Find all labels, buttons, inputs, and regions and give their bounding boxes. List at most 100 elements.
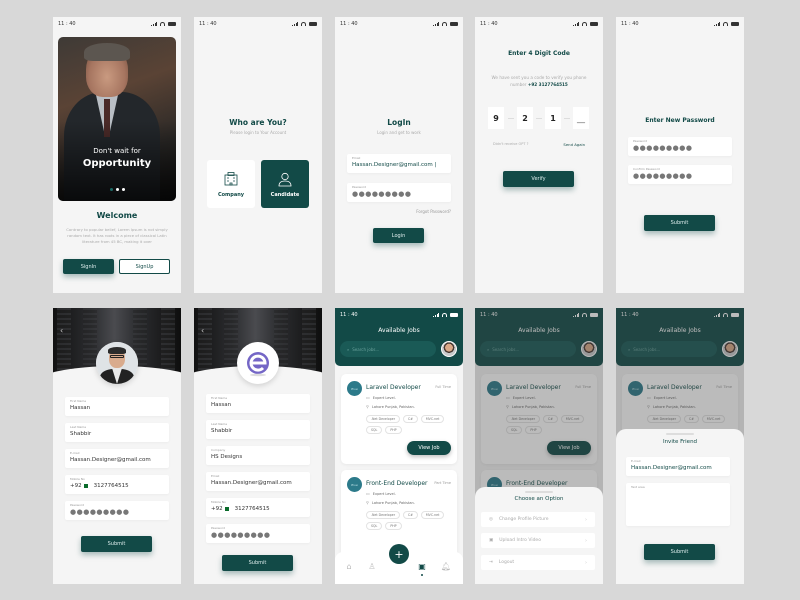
back-icon[interactable]: ‹ (60, 326, 63, 335)
job-card[interactable]: Blue Laravel Developer Full Time ▭ Expert… (341, 374, 457, 464)
invite-message-textarea[interactable]: Text area (626, 483, 730, 526)
video-icon: ▣ (489, 538, 494, 543)
option-change-profile-picture[interactable]: ◎ Change Profile Picture › (481, 512, 595, 527)
location-icon: ⚲ (366, 500, 369, 505)
company-field[interactable]: Company HS Designs (206, 446, 310, 465)
skill-tag: .Net Developer (366, 415, 401, 423)
welcome-screen: 11 : 40 Don't wait for Opportunity Welco… (53, 17, 181, 293)
verify-button[interactable]: Verify (503, 171, 574, 187)
confirm-password-field[interactable]: Confirm Password ●●●●●●●●● (628, 165, 732, 184)
otp-message: We have sent you a code to verify you ph… (491, 75, 587, 87)
back-icon[interactable]: ‹ (201, 326, 204, 335)
email-field[interactable]: E-mail Hassan.Designer@gmail.com (65, 449, 169, 468)
pager-dot[interactable] (115, 188, 119, 191)
skill-tag: PHP (385, 426, 402, 434)
password-value: ●●●●●●●●● (352, 190, 412, 198)
active-tab-indicator (421, 574, 423, 576)
sheet-handle[interactable] (666, 433, 694, 435)
mobile-field[interactable]: Mobile No +92 3127764515 (65, 475, 169, 494)
email-field[interactable]: Email Hassan.Designer@gmail.com | (347, 154, 451, 173)
chevron-right-icon: › (585, 516, 587, 523)
add-fab-button[interactable]: + (389, 544, 409, 564)
welcome-title: Welcome (96, 211, 138, 220)
company-profile-screen: ‹ First Name Hassan Last Name Shabbir Co… (194, 308, 322, 584)
first-name-field[interactable]: First Name Hassan (206, 394, 310, 413)
briefcase-icon[interactable]: ▣ (416, 560, 428, 572)
choose-option-sheet: Choose an Option ◎ Change Profile Picture… (475, 487, 603, 584)
profile-avatar[interactable] (96, 342, 138, 384)
status-bar: 11 : 40 (616, 17, 744, 31)
password-field[interactable]: Password ●●●●●●●●● (347, 183, 451, 202)
skill-tag: SQL (366, 426, 383, 434)
otp-digit-3[interactable]: 1 (545, 107, 561, 129)
chevron-right-icon: › (585, 537, 587, 544)
job-title[interactable]: Laravel Developer (366, 384, 421, 391)
otp-digit-2[interactable]: 2 (517, 107, 533, 129)
send-again-link[interactable]: Send Again (563, 142, 585, 147)
logout-icon: ⇥ (489, 560, 493, 565)
signin-button[interactable]: SignIn (63, 259, 114, 274)
home-icon[interactable]: ⌂ (343, 560, 355, 572)
last-name-field[interactable]: Last Name Shabbir (65, 423, 169, 442)
password-field[interactable]: Password ●●●●●●●●● (65, 501, 169, 520)
search-input[interactable]: ⌕ Search jobs... (340, 341, 436, 357)
submit-button[interactable]: Submit (222, 555, 293, 571)
location-icon: ⚲ (366, 404, 369, 409)
search-icon: ⌕ (347, 346, 350, 352)
signal-icon (151, 22, 157, 26)
wifi-icon (723, 22, 728, 26)
battery-icon (168, 22, 176, 26)
battery-icon (450, 313, 458, 317)
status-time: 11 : 40 (340, 312, 358, 318)
job-title[interactable]: Front-End Developer (366, 480, 428, 487)
carousel-pager[interactable] (58, 188, 176, 191)
user-avatar[interactable] (441, 341, 457, 357)
pager-dot[interactable] (109, 188, 113, 191)
available-jobs-screen: 11 : 40 Available Jobs ⌕ Search jobs... B… (335, 308, 463, 584)
bell-icon[interactable]: 🔔︎ (440, 560, 452, 572)
company-logo[interactable] (237, 342, 279, 384)
view-job-button[interactable]: View Job (407, 441, 451, 455)
wifi-icon (160, 22, 165, 26)
login-button[interactable]: Login (373, 228, 424, 243)
invite-email-field[interactable]: E-mail Hassan.Designer@gmail.com (626, 457, 730, 476)
option-upload-intro-video[interactable]: ▣ Upload Intro Video › (481, 533, 595, 548)
skill-tag: .Net Developer (366, 511, 401, 519)
sheet-handle[interactable] (525, 491, 553, 493)
status-bar: 11 : 40 (335, 17, 463, 31)
pager-dot[interactable] (121, 188, 125, 191)
submit-button[interactable]: Submit (644, 215, 715, 231)
invite-submit-button[interactable]: Submit (644, 544, 715, 560)
otp-phone: +92 3127764515 (527, 82, 568, 87)
password-field[interactable]: Password ●●●●●●●●● (206, 524, 310, 543)
role-label: Candidate (270, 191, 300, 198)
first-name-field[interactable]: First Name Hassan (65, 397, 169, 416)
camera-icon: ◎ (489, 517, 493, 522)
signal-icon (714, 22, 720, 26)
option-logout[interactable]: ⇥ Logout › (481, 555, 595, 570)
skill-tag: SQL (366, 522, 383, 530)
role-option-company[interactable]: Company (207, 160, 255, 208)
otp-digit-4[interactable]: __ (573, 107, 589, 129)
battery-icon (590, 22, 598, 26)
hero-image-carousel[interactable]: Don't wait for Opportunity (58, 37, 176, 201)
last-name-field[interactable]: Last Name Shabbir (206, 420, 310, 439)
options-sheet-screen: 11 : 40 Available Jobs ⌕ Search jobs... B… (475, 308, 603, 584)
flag-pakistan-icon (224, 506, 230, 511)
forgot-password-link[interactable]: Forgot Password? (416, 209, 451, 214)
wifi-icon (582, 22, 587, 26)
login-subtitle: Login and get to work (377, 130, 421, 135)
otp-digit-1[interactable]: 9 (488, 107, 504, 129)
mobile-field[interactable]: Mobile No +92 3127764515 (206, 498, 310, 517)
signup-button[interactable]: SignUp (119, 259, 170, 274)
email-field[interactable]: Email Hassan.Designer@gmail.com (206, 472, 310, 491)
role-option-candidate[interactable]: Candidate (261, 160, 309, 208)
submit-button[interactable]: Submit (81, 536, 152, 552)
profile-icon[interactable]: ♙ (366, 560, 378, 572)
hero-photo-hair (84, 43, 130, 61)
status-bar: 11 : 40 (475, 17, 603, 31)
company-e-logo-icon (247, 352, 269, 377)
role-select-screen: 11 : 40 Who are You? Please login to You… (194, 17, 322, 293)
level-icon: ▭ (366, 491, 370, 496)
new-password-field[interactable]: Password ●●●●●●●●● (628, 137, 732, 156)
